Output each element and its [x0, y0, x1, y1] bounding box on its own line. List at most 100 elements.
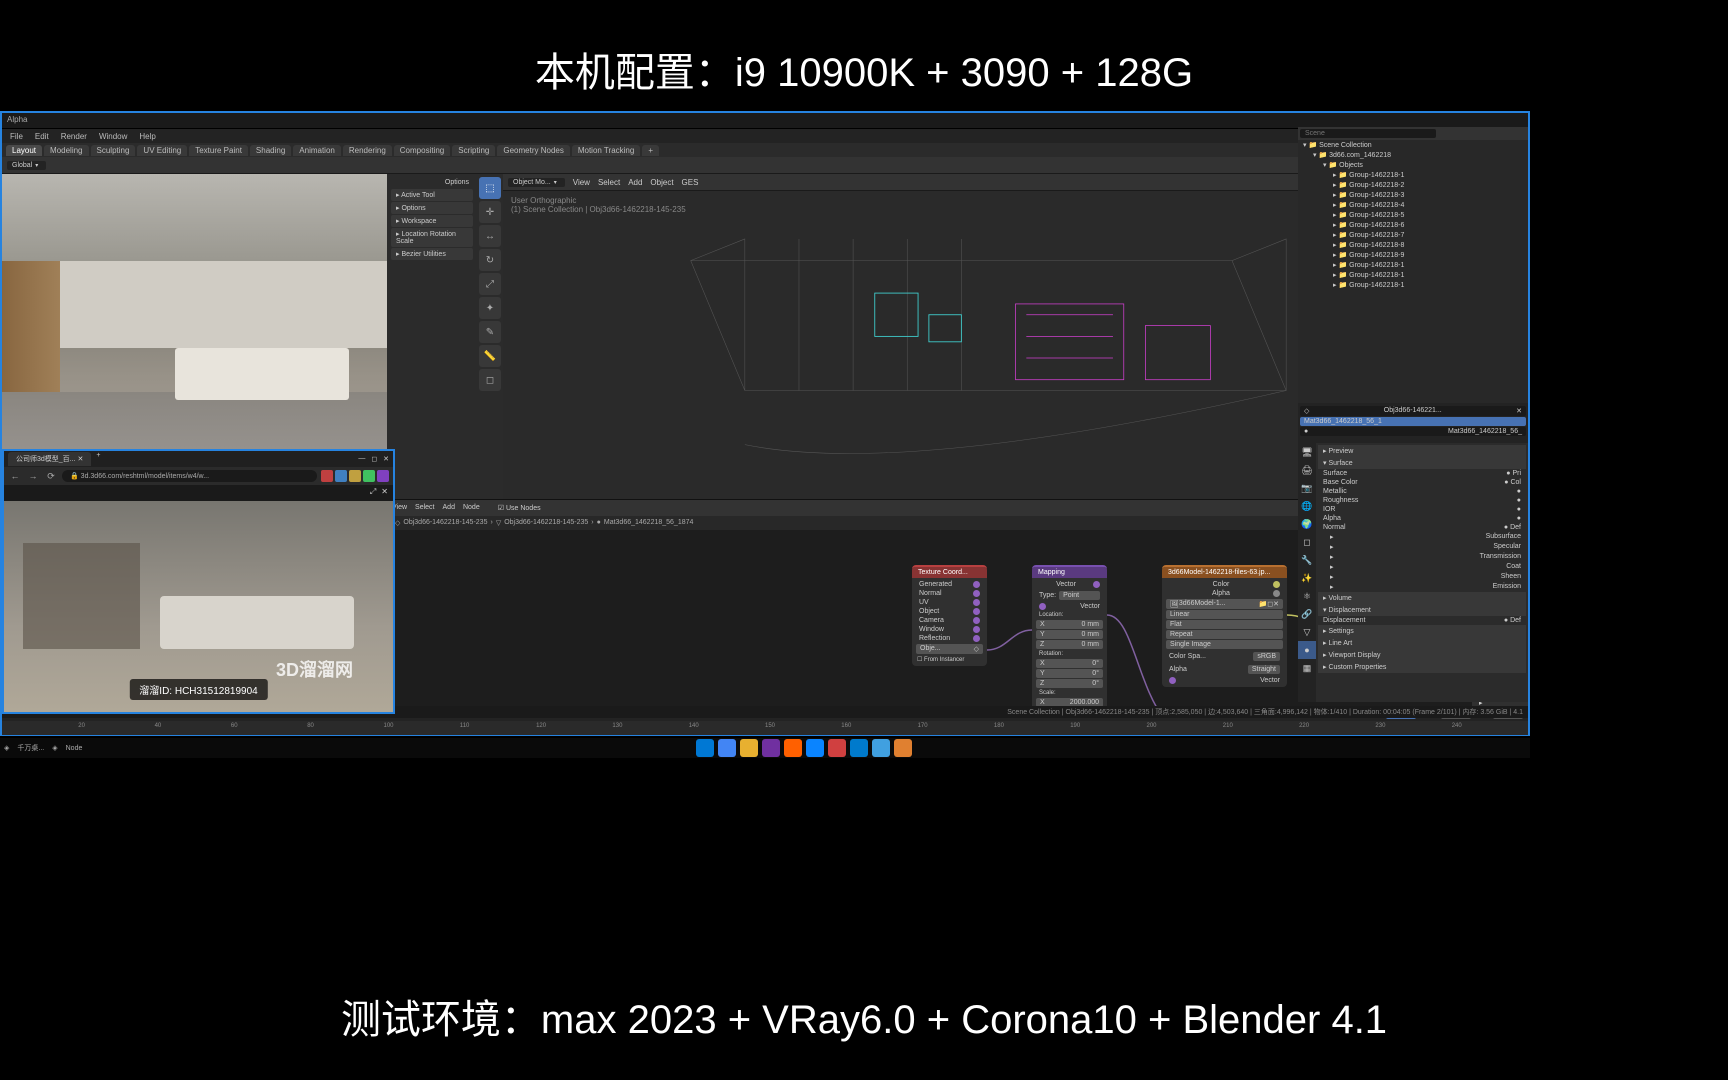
orientation-dropdown[interactable]: Global	[7, 161, 46, 170]
maximize-icon[interactable]: ◻	[371, 455, 377, 463]
node-image-texture[interactable]: 3d66Model-1462218-files-63.jp... Color A…	[1162, 565, 1287, 687]
socket-window[interactable]: Window	[916, 625, 983, 634]
prop-tab-scene[interactable]: 🌐	[1298, 497, 1316, 515]
mode-dropdown[interactable]: Object Mo...	[508, 178, 565, 187]
bc-mat[interactable]: Mat3d66_1462218_56_1874	[604, 519, 694, 526]
prop-lineart[interactable]: ▸ Line Art	[1318, 637, 1526, 649]
outliner-item[interactable]: ▸ 📁 Group-1462218-1	[1298, 260, 1528, 270]
n-options[interactable]: Options	[390, 177, 474, 188]
menu-edit[interactable]: Edit	[35, 132, 49, 141]
taskbar-app-icon[interactable]	[806, 739, 824, 757]
prop-tab-constraint[interactable]: 🔗	[1298, 605, 1316, 623]
tab-script[interactable]: Scripting	[452, 145, 495, 156]
prop-tab-data[interactable]: ▽	[1298, 623, 1316, 641]
close-panel-icon[interactable]: ✕	[381, 487, 388, 499]
prop-tab-view[interactable]: 📷	[1298, 479, 1316, 497]
browser-tab[interactable]: 公司师3d模型_百... ✕	[8, 452, 91, 466]
menu-help[interactable]: Help	[139, 132, 155, 141]
prop-tab-output[interactable]: 🖨	[1298, 461, 1316, 479]
minimize-icon[interactable]: —	[358, 455, 365, 463]
tab-render[interactable]: Rendering	[343, 145, 392, 156]
tab-comp[interactable]: Compositing	[394, 145, 450, 156]
outliner-item[interactable]: ▸ 📁 Group-1462218-1	[1298, 280, 1528, 290]
n-bezier[interactable]: ▸ Bezier Utilities	[391, 248, 473, 260]
n-location[interactable]: ▸ Location Rotation Scale	[391, 228, 473, 247]
outliner-item[interactable]: ▸ 📁 Group-1462218-6	[1298, 220, 1528, 230]
tool-annotate[interactable]: ✎	[479, 321, 501, 343]
taskbar-app-icon[interactable]	[828, 739, 846, 757]
ext-icon[interactable]	[321, 470, 333, 482]
prop-custom[interactable]: ▸ Custom Properties	[1318, 661, 1526, 673]
tab-motion[interactable]: Motion Tracking	[572, 145, 640, 156]
mat-browser[interactable]: ● Mat3d66_1462218_56_	[1300, 427, 1526, 436]
mat-field[interactable]: Mat3d66_1462218_56_1	[1300, 417, 1526, 426]
bc-obj[interactable]: Obj3d66-1462218-145-235	[403, 519, 487, 526]
outliner-item[interactable]: ▸ 📁 Group-1462218-8	[1298, 240, 1528, 250]
outliner-collection[interactable]: ▾ 📁 3d66.com_1462218	[1298, 150, 1528, 160]
ne-select[interactable]: Select	[415, 504, 434, 511]
prop-volume[interactable]: ▸ Volume	[1318, 592, 1526, 604]
outliner-item[interactable]: ▸ 📁 Group-1462218-2	[1298, 180, 1528, 190]
taskbar-app-icon[interactable]	[740, 739, 758, 757]
tab-layout[interactable]: Layout	[6, 145, 42, 156]
outliner-item[interactable]: ▸ 📁 Group-1462218-1	[1298, 270, 1528, 280]
reload-icon[interactable]: ⟳	[44, 469, 58, 483]
outliner-root[interactable]: ▾ 📁 Scene Collection	[1298, 140, 1528, 150]
outliner[interactable]: ▾ 📁 Scene Collection ▾ 📁 3d66.com_146221…	[1298, 127, 1528, 403]
ges-menu[interactable]: GES	[682, 178, 699, 187]
ext-icon[interactable]	[363, 470, 375, 482]
ext-icon[interactable]	[335, 470, 347, 482]
tab-texpaint[interactable]: Texture Paint	[189, 145, 248, 156]
outliner-search-input[interactable]	[1300, 129, 1436, 138]
outliner-objects[interactable]: ▾ 📁 Objects	[1298, 160, 1528, 170]
browser-viewport[interactable]: 3D溜溜网 溜溜ID: HCH31512819904	[4, 501, 393, 712]
prop-surface[interactable]: ▾ Surface	[1318, 457, 1526, 469]
menu-render[interactable]: Render	[61, 132, 87, 141]
taskbar-app-icon[interactable]	[894, 739, 912, 757]
prop-disp[interactable]: ▾ Displacement	[1318, 604, 1526, 616]
mat-obj-field[interactable]: ◇ Obj3d66-146221... ✕	[1300, 406, 1526, 416]
prop-viewport[interactable]: ▸ Viewport Display	[1318, 649, 1526, 661]
object-menu[interactable]: Object	[650, 178, 673, 187]
tool-measure[interactable]: 📏	[479, 345, 501, 367]
forward-icon[interactable]: →	[26, 469, 40, 483]
use-nodes-check[interactable]: Use Nodes	[506, 505, 541, 512]
taskbar-app-icon[interactable]	[718, 739, 736, 757]
outliner-item[interactable]: ▸ 📁 Group-1462218-5	[1298, 210, 1528, 220]
taskbar-app-icon[interactable]	[784, 739, 802, 757]
tool-scale[interactable]: ⤢	[479, 273, 501, 295]
back-icon[interactable]: ←	[8, 469, 22, 483]
n-workspace[interactable]: ▸ Workspace	[391, 215, 473, 227]
tab-sculpting[interactable]: Sculpting	[91, 145, 136, 156]
outliner-item[interactable]: ▸ 📁 Group-1462218-3	[1298, 190, 1528, 200]
tab-anim[interactable]: Animation	[293, 145, 341, 156]
socket-generated[interactable]: Generated	[916, 580, 983, 589]
close-icon[interactable]: ✕	[383, 455, 389, 463]
fullscreen-icon[interactable]: ⤢	[370, 487, 376, 499]
node-texture-coordinate[interactable]: Texture Coord... Generated Normal UV Obj…	[912, 565, 987, 666]
address-bar[interactable]: 🔒 3d.3d66.com/reshtml/model/items/w4/w..…	[62, 470, 317, 482]
add-menu[interactable]: Add	[628, 178, 642, 187]
n-active-tool[interactable]: ▸ Active Tool	[391, 189, 473, 201]
prop-tab-world[interactable]: 🌍	[1298, 515, 1316, 533]
menu-file[interactable]: File	[10, 132, 23, 141]
taskbar-item[interactable]: 千万桌...	[17, 743, 44, 753]
tool-addcube[interactable]: ◻	[479, 369, 501, 391]
taskbar-app-icon[interactable]	[696, 739, 714, 757]
prop-tab-material[interactable]: ●	[1298, 641, 1316, 659]
socket-object[interactable]: Object	[916, 607, 983, 616]
outliner-item[interactable]: ▸ 📁 Group-1462218-1	[1298, 170, 1528, 180]
new-tab-button[interactable]: +	[91, 452, 105, 466]
outliner-item[interactable]: ▸ 📁 Group-1462218-4	[1298, 200, 1528, 210]
outliner-item[interactable]: ▸ 📁 Group-1462218-7	[1298, 230, 1528, 240]
taskbar-app-icon[interactable]	[762, 739, 780, 757]
socket-reflection[interactable]: Reflection	[916, 634, 983, 643]
n-options-sec[interactable]: ▸ Options	[391, 202, 473, 214]
tool-transform[interactable]: ✦	[479, 297, 501, 319]
select-menu[interactable]: Select	[598, 178, 620, 187]
tool-move[interactable]: ↔	[479, 225, 501, 247]
socket-normal[interactable]: Normal	[916, 589, 983, 598]
outliner-item[interactable]: ▸ 📁 Group-1462218-9	[1298, 250, 1528, 260]
prop-preview[interactable]: ▸ Preview	[1318, 445, 1526, 457]
ne-node[interactable]: Node	[463, 504, 480, 511]
